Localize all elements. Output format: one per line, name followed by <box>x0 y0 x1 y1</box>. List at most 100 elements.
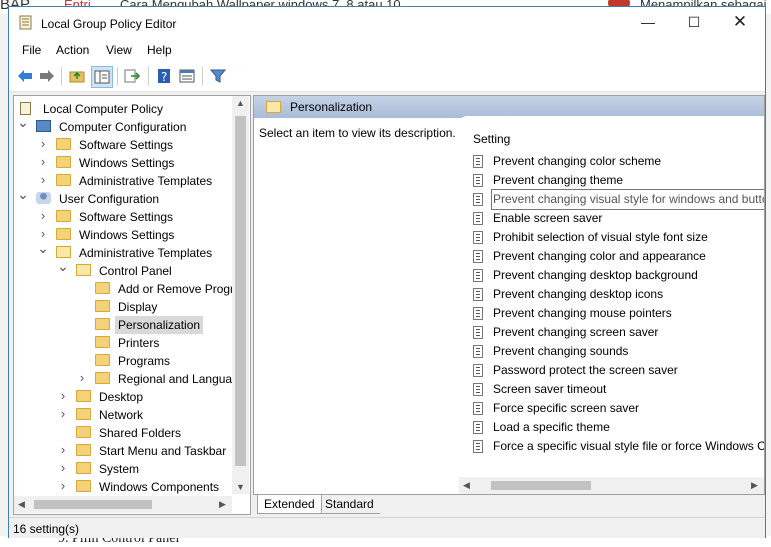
policy-setting-icon <box>473 345 483 358</box>
setting-label: Prohibit selection of visual style font … <box>493 230 708 244</box>
tree-vertical-scroll-thumb[interactable] <box>235 116 246 466</box>
expand-chevron-icon[interactable]: › <box>37 135 49 153</box>
status-text: 16 setting(s) <box>13 522 80 536</box>
toolbar: ? <box>9 61 765 92</box>
user-icon <box>36 192 51 204</box>
settings-list: Setting Prevent changing color scheme Pre… <box>459 116 764 494</box>
scroll-right-icon[interactable]: ▶ <box>751 480 758 491</box>
tree-item-label: Administrative Templates <box>79 174 213 188</box>
tab-extended[interactable]: Extended <box>257 495 322 514</box>
expand-chevron-icon[interactable]: › <box>57 441 69 459</box>
minimize-button[interactable]: — <box>625 7 671 37</box>
setting-label: Screen saver timeout <box>493 382 607 396</box>
setting-label: Prevent changing desktop background <box>493 268 698 282</box>
computer-icon <box>36 120 51 132</box>
folder-icon <box>76 480 91 492</box>
folder-icon <box>76 390 91 402</box>
expand-chevron-icon[interactable]: › <box>57 405 69 423</box>
tree-item-label: Administrative Templates <box>79 246 213 260</box>
export-list-icon[interactable] <box>122 66 142 86</box>
tree-item-label: Display <box>118 300 158 314</box>
expand-chevron-icon[interactable]: › <box>76 369 88 387</box>
tree-item-label: Start Menu and Taskbar <box>99 444 227 458</box>
folder-icon <box>95 282 110 294</box>
properties-icon[interactable] <box>177 66 197 86</box>
details-header: Personalization <box>254 96 764 118</box>
close-button[interactable]: ✕ <box>717 7 763 37</box>
tree-pane: Local Computer Policy ⌄ Computer Configura… <box>13 95 251 515</box>
expand-chevron-icon[interactable]: › <box>37 207 49 225</box>
policy-editor-icon <box>19 15 32 30</box>
scroll-down-icon[interactable]: ▼ <box>236 482 245 492</box>
policy-setting-icon <box>473 364 483 377</box>
tree-item-label: Regional and Languag <box>118 372 239 386</box>
details-header-title: Personalization <box>290 100 373 114</box>
scroll-left-icon[interactable]: ◀ <box>18 499 25 510</box>
menu-file[interactable]: File <box>22 43 41 57</box>
details-horizontal-scroll-thumb[interactable] <box>491 481 591 490</box>
policy-setting-icon <box>473 269 483 282</box>
menu-bar: File Action View Help <box>9 37 765 61</box>
policy-setting-icon <box>473 307 483 320</box>
forward-arrow-icon[interactable] <box>37 66 57 86</box>
setting-column-header[interactable]: Setting <box>473 132 510 146</box>
filter-icon[interactable] <box>208 66 228 86</box>
maximize-button[interactable]: ☐ <box>671 7 717 37</box>
folder-icon <box>76 444 91 456</box>
setting-label: Prevent changing sounds <box>493 344 629 358</box>
tree-item-label: Shared Folders <box>99 426 182 440</box>
policy-setting-icon <box>473 326 483 339</box>
tree-item-label: Personalization <box>115 316 204 334</box>
folder-icon <box>95 318 110 330</box>
collapse-chevron-icon[interactable]: ⌄ <box>17 185 29 203</box>
svg-text:?: ? <box>161 70 167 84</box>
tab-standard[interactable]: Standard <box>319 495 380 514</box>
tree-item-label: Software Settings <box>79 210 174 224</box>
tree-item-label: Programs <box>118 354 171 368</box>
back-arrow-icon[interactable] <box>15 66 35 86</box>
tree-item-label: Local Computer Policy <box>43 102 164 116</box>
setting-label: Force a specific visual style file or fo… <box>493 439 765 453</box>
expand-chevron-icon[interactable]: › <box>57 477 69 495</box>
tree-item-label: Add or Remove Progra <box>118 282 241 296</box>
setting-label: Password protect the screen saver <box>493 363 678 377</box>
tree-vertical-scrollbar[interactable]: ▲ ▼ <box>232 96 249 494</box>
tree-item-label: Printers <box>118 336 160 350</box>
expand-chevron-icon[interactable]: › <box>57 387 69 405</box>
collapse-chevron-icon[interactable]: ⌄ <box>17 113 29 131</box>
gpedit-window: Local Group Policy Editor — ☐ ✕ File Act… <box>8 6 766 538</box>
tree-item-label: Windows Settings <box>79 156 175 170</box>
expand-chevron-icon[interactable]: › <box>57 459 69 477</box>
setting-label: Prevent changing theme <box>493 173 624 187</box>
title-bar[interactable]: Local Group Policy Editor — ☐ ✕ <box>9 7 765 37</box>
expand-chevron-icon[interactable]: › <box>37 171 49 189</box>
tree-item-label: System <box>99 462 140 476</box>
menu-help[interactable]: Help <box>147 43 172 57</box>
tree-horizontal-scroll-thumb[interactable] <box>34 500 152 509</box>
view-tabs: Extended Standard <box>253 495 763 515</box>
menu-view[interactable]: View <box>106 43 132 57</box>
collapse-chevron-icon[interactable]: ⌄ <box>37 239 49 257</box>
menu-action[interactable]: Action <box>56 43 89 57</box>
folder-open-icon <box>76 264 91 276</box>
setting-label: Prevent changing visual style for window… <box>491 189 764 210</box>
folder-icon <box>266 101 281 113</box>
show-hide-tree-icon[interactable] <box>91 66 113 88</box>
scroll-up-icon[interactable]: ▲ <box>236 98 245 108</box>
folder-icon <box>95 354 110 366</box>
setting-label: Prevent changing color and appearance <box>493 249 706 263</box>
scroll-right-icon[interactable]: ▶ <box>219 499 226 510</box>
setting-label: Prevent changing desktop icons <box>493 287 664 301</box>
up-folder-icon[interactable] <box>67 66 87 86</box>
tree-horizontal-scrollbar[interactable]: ◀ ▶ <box>14 496 232 513</box>
scroll-left-icon[interactable]: ◀ <box>463 480 470 491</box>
collapse-chevron-icon[interactable]: ⌄ <box>57 257 69 275</box>
details-horizontal-scrollbar[interactable]: ◀ ▶ <box>459 477 764 494</box>
help-icon[interactable]: ? <box>154 66 174 86</box>
setting-label: Load a specific theme <box>493 420 610 434</box>
setting-label: Enable screen saver <box>493 211 603 225</box>
expand-chevron-icon[interactable]: › <box>37 153 49 171</box>
folder-icon <box>56 174 71 186</box>
folder-icon <box>56 156 71 168</box>
folder-icon <box>76 408 91 420</box>
